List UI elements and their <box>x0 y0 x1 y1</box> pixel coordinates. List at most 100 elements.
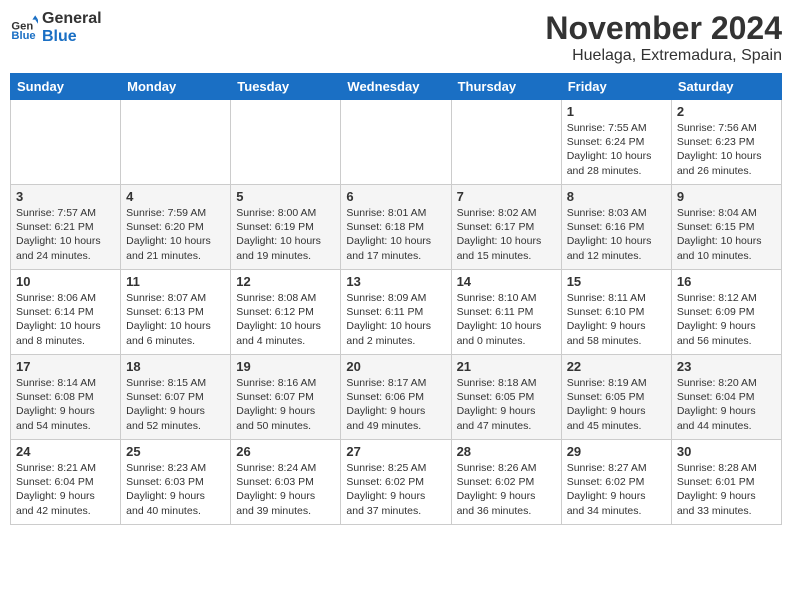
table-row: 7 Sunrise: 8:02 AM Sunset: 6:17 PM Daylig… <box>451 185 561 270</box>
table-row: 12 Sunrise: 8:08 AM Sunset: 6:12 PM Dayli… <box>231 270 341 355</box>
day-number: 26 <box>236 444 335 459</box>
day-number: 4 <box>126 189 225 204</box>
day-number: 2 <box>677 104 776 119</box>
day-info: Sunrise: 8:07 AM Sunset: 6:13 PM Dayligh… <box>126 291 225 348</box>
day-number: 28 <box>457 444 556 459</box>
day-number: 5 <box>236 189 335 204</box>
month-title: November 2024 <box>545 10 782 47</box>
day-info: Sunrise: 7:57 AM Sunset: 6:21 PM Dayligh… <box>16 206 115 263</box>
calendar-table: SundayMondayTuesdayWednesdayThursdayFrid… <box>10 73 782 525</box>
day-number: 20 <box>346 359 445 374</box>
day-info: Sunrise: 7:55 AM Sunset: 6:24 PM Dayligh… <box>567 121 666 178</box>
day-info: Sunrise: 8:02 AM Sunset: 6:17 PM Dayligh… <box>457 206 556 263</box>
day-info: Sunrise: 8:16 AM Sunset: 6:07 PM Dayligh… <box>236 376 335 433</box>
location-title: Huelaga, Extremadura, Spain <box>545 47 782 65</box>
day-number: 1 <box>567 104 666 119</box>
table-row: 4 Sunrise: 7:59 AM Sunset: 6:20 PM Daylig… <box>121 185 231 270</box>
day-number: 15 <box>567 274 666 289</box>
header-saturday: Saturday <box>671 74 781 100</box>
week-row-0: 1 Sunrise: 7:55 AM Sunset: 6:24 PM Daylig… <box>11 100 782 185</box>
table-row <box>121 100 231 185</box>
table-row: 10Sunrise: 8:06 AM Sunset: 6:14 PM Dayli… <box>11 270 121 355</box>
week-row-1: 3 Sunrise: 7:57 AM Sunset: 6:21 PM Daylig… <box>11 185 782 270</box>
day-info: Sunrise: 7:59 AM Sunset: 6:20 PM Dayligh… <box>126 206 225 263</box>
day-number: 14 <box>457 274 556 289</box>
day-info: Sunrise: 8:26 AM Sunset: 6:02 PM Dayligh… <box>457 461 556 518</box>
table-row: 16 Sunrise: 8:12 AM Sunset: 6:09 PM Dayli… <box>671 270 781 355</box>
day-number: 25 <box>126 444 225 459</box>
day-info: Sunrise: 8:12 AM Sunset: 6:09 PM Dayligh… <box>677 291 776 348</box>
table-row: 22 Sunrise: 8:19 AM Sunset: 6:05 PM Dayli… <box>561 355 671 440</box>
day-info: Sunrise: 8:23 AM Sunset: 6:03 PM Dayligh… <box>126 461 225 518</box>
header-wednesday: Wednesday <box>341 74 451 100</box>
day-number: 30 <box>677 444 776 459</box>
table-row: 26 Sunrise: 8:24 AM Sunset: 6:03 PM Dayli… <box>231 440 341 525</box>
table-row: 3 Sunrise: 7:57 AM Sunset: 6:21 PM Daylig… <box>11 185 121 270</box>
day-info: Sunrise: 8:15 AM Sunset: 6:07 PM Dayligh… <box>126 376 225 433</box>
day-info: Sunrise: 8:11 AM Sunset: 6:10 PM Dayligh… <box>567 291 666 348</box>
day-info: Sunrise: 8:19 AM Sunset: 6:05 PM Dayligh… <box>567 376 666 433</box>
day-info: Sunrise: 8:28 AM Sunset: 6:01 PM Dayligh… <box>677 461 776 518</box>
table-row <box>451 100 561 185</box>
day-info: Sunrise: 8:08 AM Sunset: 6:12 PM Dayligh… <box>236 291 335 348</box>
day-number: 18 <box>126 359 225 374</box>
table-row: 2Sunrise: 7:56 AM Sunset: 6:23 PM Daylig… <box>671 100 781 185</box>
day-info: Sunrise: 8:03 AM Sunset: 6:16 PM Dayligh… <box>567 206 666 263</box>
day-info: Sunrise: 8:21 AM Sunset: 6:04 PM Dayligh… <box>16 461 115 518</box>
day-number: 29 <box>567 444 666 459</box>
table-row: 5 Sunrise: 8:00 AM Sunset: 6:19 PM Daylig… <box>231 185 341 270</box>
table-row <box>341 100 451 185</box>
day-info: Sunrise: 8:25 AM Sunset: 6:02 PM Dayligh… <box>346 461 445 518</box>
day-number: 8 <box>567 189 666 204</box>
logo-icon: Gen Blue <box>10 14 38 42</box>
day-number: 27 <box>346 444 445 459</box>
day-info: Sunrise: 8:00 AM Sunset: 6:19 PM Dayligh… <box>236 206 335 263</box>
table-row: 19Sunrise: 8:16 AM Sunset: 6:07 PM Dayli… <box>231 355 341 440</box>
header-sunday: Sunday <box>11 74 121 100</box>
day-info: Sunrise: 8:18 AM Sunset: 6:05 PM Dayligh… <box>457 376 556 433</box>
header-row: SundayMondayTuesdayWednesdayThursdayFrid… <box>11 74 782 100</box>
table-row: 15 Sunrise: 8:11 AM Sunset: 6:10 PM Dayli… <box>561 270 671 355</box>
table-row: 21Sunrise: 8:18 AM Sunset: 6:05 PM Dayli… <box>451 355 561 440</box>
day-number: 23 <box>677 359 776 374</box>
table-row: 6Sunrise: 8:01 AM Sunset: 6:18 PM Daylig… <box>341 185 451 270</box>
day-info: Sunrise: 8:27 AM Sunset: 6:02 PM Dayligh… <box>567 461 666 518</box>
table-row: 25 Sunrise: 8:23 AM Sunset: 6:03 PM Dayli… <box>121 440 231 525</box>
table-row <box>11 100 121 185</box>
header-monday: Monday <box>121 74 231 100</box>
day-number: 10 <box>16 274 115 289</box>
page-header: Gen Blue General Blue November 2024 Huel… <box>10 10 782 65</box>
table-row: 28 Sunrise: 8:26 AM Sunset: 6:02 PM Dayli… <box>451 440 561 525</box>
table-row: 11 Sunrise: 8:07 AM Sunset: 6:13 PM Dayli… <box>121 270 231 355</box>
day-info: Sunrise: 8:04 AM Sunset: 6:15 PM Dayligh… <box>677 206 776 263</box>
week-row-4: 24 Sunrise: 8:21 AM Sunset: 6:04 PM Dayli… <box>11 440 782 525</box>
header-tuesday: Tuesday <box>231 74 341 100</box>
week-row-3: 17Sunrise: 8:14 AM Sunset: 6:08 PM Dayli… <box>11 355 782 440</box>
header-thursday: Thursday <box>451 74 561 100</box>
day-number: 3 <box>16 189 115 204</box>
day-number: 12 <box>236 274 335 289</box>
day-number: 11 <box>126 274 225 289</box>
day-number: 13 <box>346 274 445 289</box>
day-number: 16 <box>677 274 776 289</box>
table-row: 20Sunrise: 8:17 AM Sunset: 6:06 PM Dayli… <box>341 355 451 440</box>
table-row: 17Sunrise: 8:14 AM Sunset: 6:08 PM Dayli… <box>11 355 121 440</box>
day-number: 24 <box>16 444 115 459</box>
day-info: Sunrise: 8:10 AM Sunset: 6:11 PM Dayligh… <box>457 291 556 348</box>
table-row: 14 Sunrise: 8:10 AM Sunset: 6:11 PM Dayli… <box>451 270 561 355</box>
table-row: 18 Sunrise: 8:15 AM Sunset: 6:07 PM Dayli… <box>121 355 231 440</box>
logo: Gen Blue General Blue <box>10 10 102 45</box>
day-info: Sunrise: 8:24 AM Sunset: 6:03 PM Dayligh… <box>236 461 335 518</box>
title-area: November 2024 Huelaga, Extremadura, Spai… <box>545 10 782 65</box>
logo-text-line2: Blue <box>42 28 102 46</box>
day-info: Sunrise: 8:01 AM Sunset: 6:18 PM Dayligh… <box>346 206 445 263</box>
svg-text:Blue: Blue <box>11 30 35 42</box>
table-row: 29 Sunrise: 8:27 AM Sunset: 6:02 PM Dayli… <box>561 440 671 525</box>
day-number: 22 <box>567 359 666 374</box>
week-row-2: 10Sunrise: 8:06 AM Sunset: 6:14 PM Dayli… <box>11 270 782 355</box>
day-number: 7 <box>457 189 556 204</box>
day-info: Sunrise: 8:09 AM Sunset: 6:11 PM Dayligh… <box>346 291 445 348</box>
table-row: 30 Sunrise: 8:28 AM Sunset: 6:01 PM Dayli… <box>671 440 781 525</box>
table-row: 24 Sunrise: 8:21 AM Sunset: 6:04 PM Dayli… <box>11 440 121 525</box>
table-row: 23Sunrise: 8:20 AM Sunset: 6:04 PM Dayli… <box>671 355 781 440</box>
